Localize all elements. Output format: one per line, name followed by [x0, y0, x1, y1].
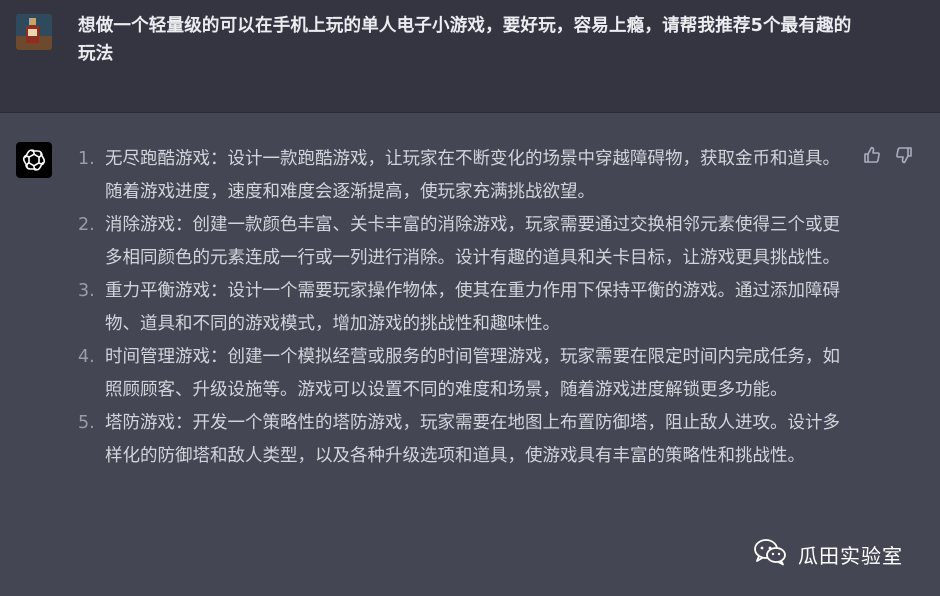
user-avatar: [16, 14, 52, 50]
list-item: 2. 消除游戏：创建一款颜色丰富、关卡丰富的消除游戏，玩家需要通过交换相邻元素使…: [78, 209, 848, 275]
assistant-message: 1. 无尽跑酷游戏：设计一款跑酷游戏，让玩家在不断变化的场景中穿越障碍物，获取金…: [0, 114, 940, 596]
answer-list: 1. 无尽跑酷游戏：设计一款跑酷游戏，让玩家在不断变化的场景中穿越障碍物，获取金…: [78, 143, 848, 473]
list-item-text: 无尽跑酷游戏：设计一款跑酷游戏，让玩家在不断变化的场景中穿越障碍物，获取金币和道…: [105, 149, 840, 202]
feedback-buttons: [862, 145, 914, 165]
list-item-number: 2.: [78, 215, 95, 235]
chat-page: 想做一个轻量级的可以在手机上玩的单人电子小游戏，要好玩，容易上瘾，请帮我推荐5个…: [0, 0, 940, 596]
watermark-text: 瓜田实验室: [798, 543, 903, 568]
user-message-text: 想做一个轻量级的可以在手机上玩的单人电子小游戏，要好玩，容易上瘾，请帮我推荐5个…: [78, 16, 852, 64]
list-item-text: 时间管理游戏：创建一个模拟经营或服务的时间管理游戏，玩家需要在限定时间内完成任务…: [105, 347, 840, 400]
list-item: 1. 无尽跑酷游戏：设计一款跑酷游戏，让玩家在不断变化的场景中穿越障碍物，获取金…: [78, 143, 848, 209]
user-message: 想做一个轻量级的可以在手机上玩的单人电子小游戏，要好玩，容易上瘾，请帮我推荐5个…: [0, 0, 940, 113]
list-item-number: 5.: [78, 413, 95, 433]
thumbs-down-icon[interactable]: [894, 145, 914, 165]
list-item: 3. 重力平衡游戏：设计一个需要玩家操作物体，使其在重力作用下保持平衡的游戏。通…: [78, 275, 848, 341]
list-item-text: 塔防游戏：开发一个策略性的塔防游戏，玩家需要在地图上布置防御塔，阻止敌人进攻。设…: [105, 413, 840, 466]
wechat-icon: [752, 537, 788, 572]
openai-logo-icon: [16, 142, 52, 178]
list-item-number: 1.: [78, 149, 95, 169]
list-item-number: 4.: [78, 347, 95, 367]
watermark: 瓜田实验室: [752, 534, 903, 574]
list-item: 4. 时间管理游戏：创建一个模拟经营或服务的时间管理游戏，玩家需要在限定时间内完…: [78, 341, 848, 407]
list-item-text: 消除游戏：创建一款颜色丰富、关卡丰富的消除游戏，玩家需要通过交换相邻元素使得三个…: [105, 215, 840, 268]
list-item-text: 重力平衡游戏：设计一个需要玩家操作物体，使其在重力作用下保持平衡的游戏。通过添加…: [105, 281, 840, 334]
list-item: 5. 塔防游戏：开发一个策略性的塔防游戏，玩家需要在地图上布置防御塔，阻止敌人进…: [78, 407, 848, 473]
list-item-number: 3.: [78, 281, 95, 301]
thumbs-up-icon[interactable]: [862, 145, 882, 165]
